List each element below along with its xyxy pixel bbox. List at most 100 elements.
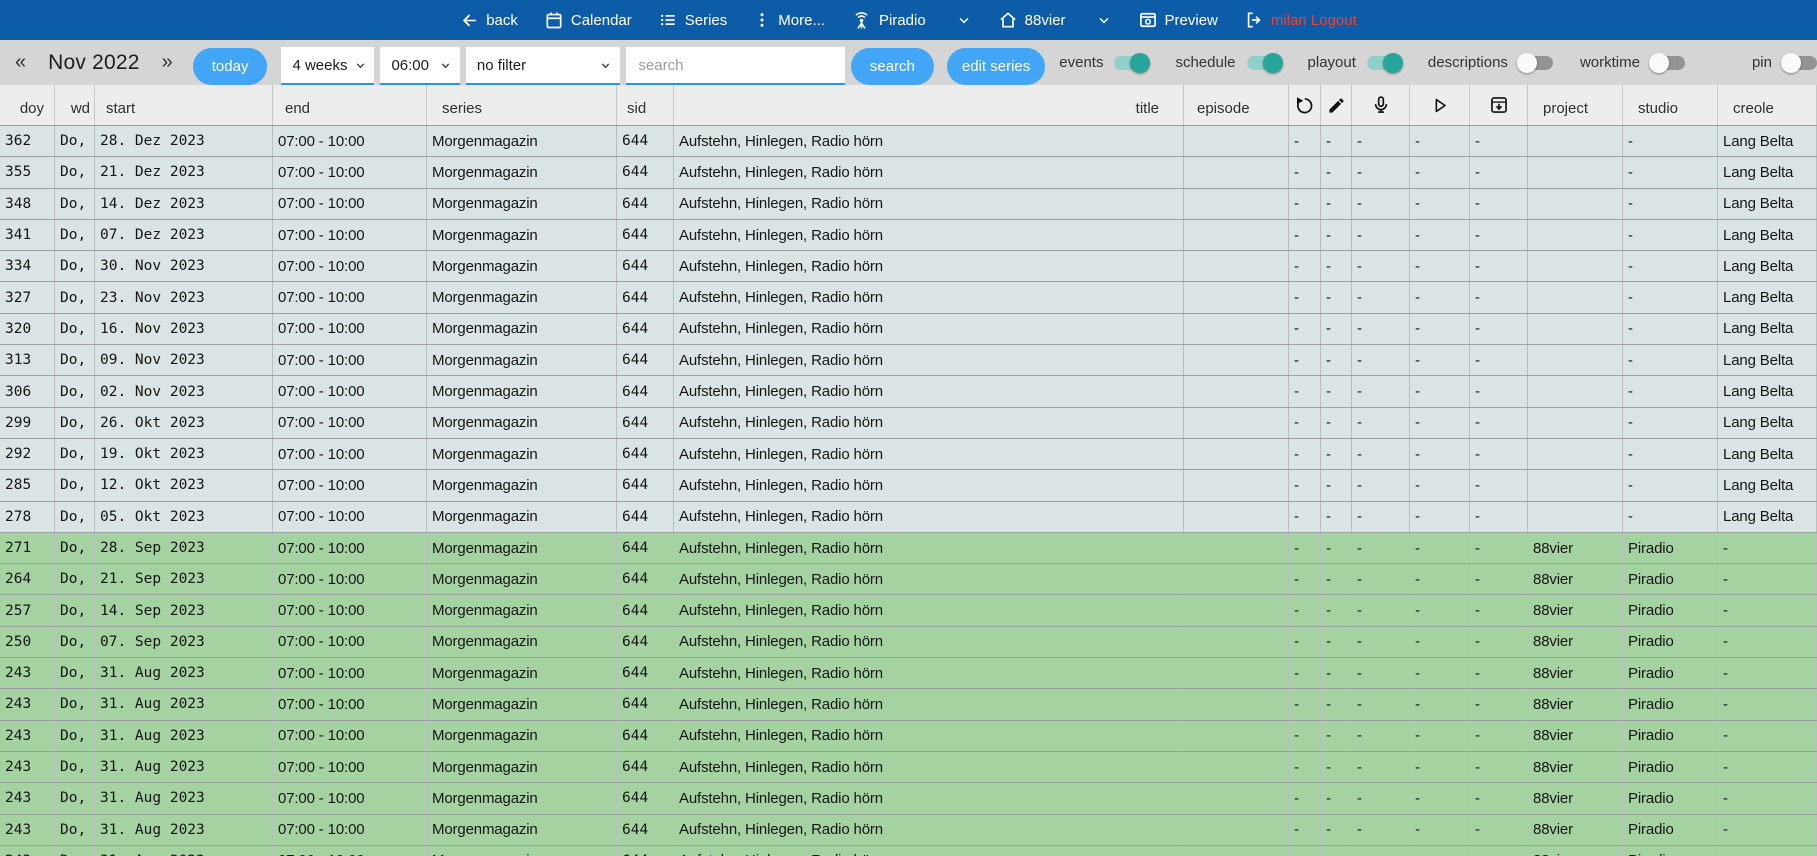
- schedule-row[interactable]: 243 Do, 31. Aug 2023 07:00 - 10:00 Morge…: [0, 658, 1817, 689]
- schedule-row[interactable]: 264 Do, 21. Sep 2023 07:00 - 10:00 Morge…: [0, 564, 1817, 595]
- schedule-row[interactable]: 285 Do, 12. Okt 2023 07:00 - 10:00 Morge…: [0, 470, 1817, 501]
- edit-series-button[interactable]: edit series: [947, 48, 1045, 85]
- today-button[interactable]: today: [193, 48, 268, 85]
- cell-creole: -: [1718, 533, 1817, 563]
- col-header-doy[interactable]: doy: [0, 85, 55, 125]
- logout-icon: [1244, 10, 1264, 30]
- col-header-studio[interactable]: studio: [1623, 85, 1718, 125]
- schedule-row[interactable]: 243 Do, 31. Aug 2023 07:00 - 10:00 Morge…: [0, 783, 1817, 814]
- app-chevron-down-icon[interactable]: [956, 12, 972, 28]
- filter-select[interactable]: no filter: [466, 47, 621, 85]
- cell-episode: [1184, 564, 1289, 594]
- col-header-title[interactable]: title: [674, 85, 1184, 125]
- schedule-row[interactable]: 271 Do, 28. Sep 2023 07:00 - 10:00 Morge…: [0, 533, 1817, 564]
- cell-undo-mark: -: [1289, 314, 1321, 344]
- preview-button[interactable]: Preview: [1138, 10, 1218, 30]
- col-header-series[interactable]: series: [427, 85, 617, 125]
- cell-sid: 644: [617, 689, 674, 719]
- schedule-row[interactable]: 243 Do, 31. Aug 2023 07:00 - 10:00 Morge…: [0, 815, 1817, 846]
- schedule-row[interactable]: 306 Do, 02. Nov 2023 07:00 - 10:00 Morge…: [0, 376, 1817, 407]
- col-header-undo[interactable]: [1289, 85, 1321, 125]
- station-name: 88vier: [1025, 12, 1066, 29]
- station-chevron-down-icon[interactable]: [1096, 12, 1112, 28]
- cell-play-mark: -: [1410, 251, 1470, 281]
- col-header-edit[interactable]: [1321, 85, 1352, 125]
- cell-studio: -: [1623, 314, 1718, 344]
- chevron-down-icon: [600, 60, 611, 71]
- app-menu[interactable]: Piradio: [851, 10, 926, 31]
- col-header-creole[interactable]: creole: [1718, 85, 1817, 125]
- cell-series: Morgenmagazin: [427, 815, 617, 845]
- cell-studio: -: [1623, 157, 1718, 187]
- more-menu-button[interactable]: More...: [753, 11, 825, 29]
- cell-start: 31. Aug 2023: [95, 721, 273, 751]
- schedule-row[interactable]: 299 Do, 26. Okt 2023 07:00 - 10:00 Morge…: [0, 408, 1817, 439]
- logout-button[interactable]: milan Logout: [1244, 10, 1357, 30]
- schedule-row[interactable]: 243 Do, 31. Aug 2023 07:00 - 10:00 Morge…: [0, 689, 1817, 720]
- cell-play-mark: -: [1410, 533, 1470, 563]
- col-header-episode[interactable]: episode: [1184, 85, 1289, 125]
- back-button[interactable]: back: [460, 11, 518, 30]
- cell-doy: 306: [0, 376, 55, 406]
- cell-project: 88vier: [1528, 846, 1623, 856]
- col-header-sid[interactable]: sid: [617, 85, 674, 125]
- range-select[interactable]: 4 weeks: [281, 47, 374, 85]
- cell-mic-mark: -: [1352, 564, 1410, 594]
- toggle-switch[interactable]: [1519, 56, 1553, 70]
- next-month-button[interactable]: »: [156, 51, 179, 74]
- cell-series: Morgenmagazin: [427, 689, 617, 719]
- cell-series: Morgenmagazin: [427, 251, 617, 281]
- schedule-row[interactable]: 250 Do, 07. Sep 2023 07:00 - 10:00 Morge…: [0, 627, 1817, 658]
- schedule-row[interactable]: 257 Do, 14. Sep 2023 07:00 - 10:00 Morge…: [0, 595, 1817, 626]
- schedule-row[interactable]: 355 Do, 21. Dez 2023 07:00 - 10:00 Morge…: [0, 157, 1817, 188]
- schedule-row[interactable]: 243 Do, 31. Aug 2023 07:00 - 10:00 Morge…: [0, 846, 1817, 856]
- cell-series: Morgenmagazin: [427, 189, 617, 219]
- schedule-row[interactable]: 243 Do, 31. Aug 2023 07:00 - 10:00 Morge…: [0, 752, 1817, 783]
- toggle-switch[interactable]: [1783, 56, 1817, 70]
- cell-studio: Piradio: [1623, 595, 1718, 625]
- col-header-archive[interactable]: [1470, 85, 1528, 125]
- cell-archive-mark: -: [1470, 689, 1528, 719]
- col-header-mic[interactable]: [1352, 85, 1410, 125]
- cell-creole: Lang Belta: [1718, 470, 1817, 500]
- schedule-row[interactable]: 327 Do, 23. Nov 2023 07:00 - 10:00 Morge…: [0, 282, 1817, 313]
- schedule-row[interactable]: 320 Do, 16. Nov 2023 07:00 - 10:00 Morge…: [0, 314, 1817, 345]
- cell-start: 31. Aug 2023: [95, 689, 273, 719]
- search-input[interactable]: [626, 47, 844, 83]
- toggle-switch[interactable]: [1651, 56, 1685, 70]
- search-button[interactable]: search: [851, 48, 934, 85]
- schedule-row[interactable]: 292 Do, 19. Okt 2023 07:00 - 10:00 Morge…: [0, 439, 1817, 470]
- cell-series: Morgenmagazin: [427, 314, 617, 344]
- series-list-icon: [658, 10, 678, 30]
- col-header-play[interactable]: [1410, 85, 1470, 125]
- cell-title: Aufstehn, Hinlegen, Radio hörn: [674, 220, 1184, 250]
- schedule-row[interactable]: 348 Do, 14. Dez 2023 07:00 - 10:00 Morge…: [0, 189, 1817, 220]
- cell-studio: Piradio: [1623, 658, 1718, 688]
- toggle-switch[interactable]: [1247, 56, 1281, 70]
- toggle-switch[interactable]: [1114, 56, 1148, 70]
- cell-undo-mark: -: [1289, 752, 1321, 782]
- col-header-wd[interactable]: wd: [55, 85, 95, 125]
- col-header-start[interactable]: start: [95, 85, 273, 125]
- cell-wd: Do,: [55, 533, 95, 563]
- station-menu[interactable]: 88vier: [998, 10, 1066, 30]
- calendar-nav-button[interactable]: Calendar: [544, 10, 632, 30]
- toggle-switch[interactable]: [1367, 56, 1401, 70]
- prev-month-button[interactable]: «: [9, 51, 32, 74]
- schedule-row[interactable]: 243 Do, 31. Aug 2023 07:00 - 10:00 Morge…: [0, 721, 1817, 752]
- series-nav-button[interactable]: Series: [658, 10, 728, 30]
- schedule-row[interactable]: 278 Do, 05. Okt 2023 07:00 - 10:00 Morge…: [0, 502, 1817, 533]
- cell-archive-mark: -: [1470, 376, 1528, 406]
- schedule-row[interactable]: 313 Do, 09. Nov 2023 07:00 - 10:00 Morge…: [0, 345, 1817, 376]
- cell-end: 07:00 - 10:00: [273, 376, 427, 406]
- schedule-row[interactable]: 362 Do, 28. Dez 2023 07:00 - 10:00 Morge…: [0, 126, 1817, 157]
- time-select[interactable]: 06:00: [380, 47, 459, 85]
- toggle-knob: [1263, 53, 1283, 73]
- col-header-project[interactable]: project: [1528, 85, 1623, 125]
- schedule-row[interactable]: 334 Do, 30. Nov 2023 07:00 - 10:00 Morge…: [0, 251, 1817, 282]
- cell-edit-mark: -: [1321, 502, 1352, 532]
- cell-archive-mark: -: [1470, 502, 1528, 532]
- schedule-row[interactable]: 341 Do, 07. Dez 2023 07:00 - 10:00 Morge…: [0, 220, 1817, 251]
- col-header-end[interactable]: end: [273, 85, 427, 125]
- cell-studio: Piradio: [1623, 627, 1718, 657]
